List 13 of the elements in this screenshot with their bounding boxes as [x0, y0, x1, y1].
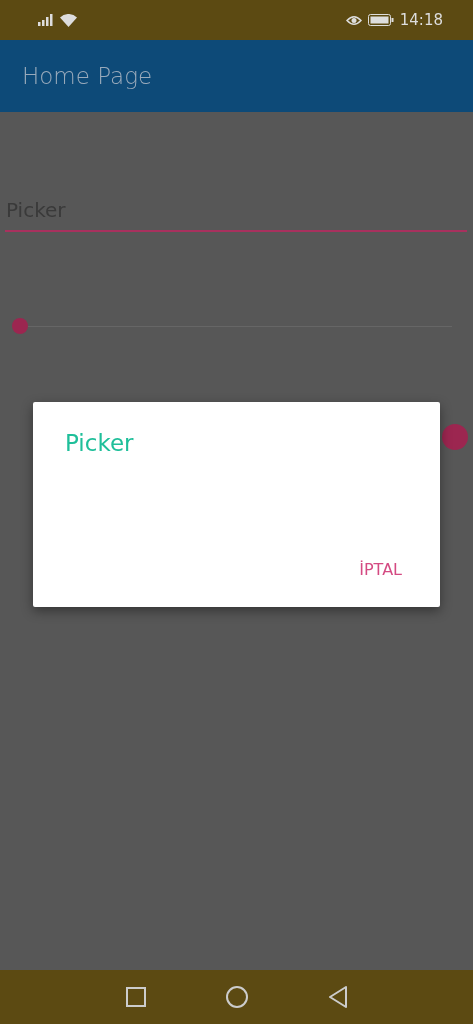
cancel-button[interactable]: İPTAL: [355, 556, 406, 583]
signal-icon: [38, 14, 54, 26]
status-time: 14:18: [399, 11, 443, 29]
dialog-title: Picker: [65, 430, 135, 456]
slider-thumb[interactable]: [12, 318, 28, 334]
recents-icon[interactable]: [125, 987, 146, 1007]
wifi-icon: [60, 13, 77, 27]
battery-icon: [367, 14, 394, 26]
home-icon[interactable]: [225, 986, 248, 1008]
app-title: Home Page: [22, 63, 153, 89]
back-icon[interactable]: [327, 986, 348, 1008]
switch-thumb[interactable]: [442, 424, 468, 450]
eye-icon: [345, 14, 362, 26]
